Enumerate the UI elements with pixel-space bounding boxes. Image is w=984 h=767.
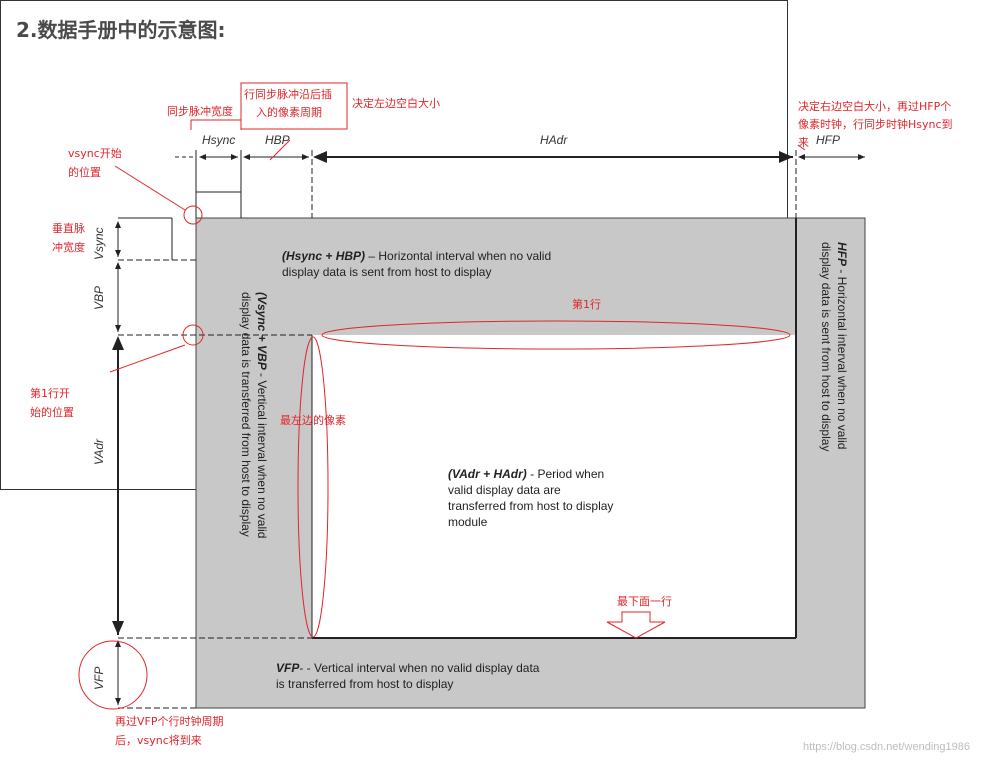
- annotation-row1-start-1: 第1行开: [30, 387, 70, 400]
- annotation-leftmost-pixel: 最左边的像素: [280, 414, 346, 427]
- hfp-label: HFP: [816, 133, 840, 147]
- annotation-left-blank: 决定左边空白大小: [352, 97, 440, 110]
- annotation-hsync-width: 同步脉冲宽度: [167, 105, 233, 118]
- annotation-right-blank-2: 像素时钟，行同步时钟Hsync到: [798, 118, 953, 131]
- vadr-label: VAdr: [92, 438, 106, 465]
- vfp-description: VFP- - Vertical interval when no valid d…: [276, 661, 540, 691]
- annotation-hbp-note-1: 行同步脉冲沿后插: [244, 88, 332, 101]
- annotation-row1-start-2: 始的位置: [30, 406, 74, 419]
- vfp-label: VFP: [92, 666, 106, 690]
- annotation-vsync-start-1: vsync开始: [68, 147, 122, 160]
- annotation-right-blank-3: 来: [798, 136, 809, 149]
- active-description: (VAdr + HAdr) - Period when valid displa…: [448, 467, 614, 529]
- vsync-label: Vsync: [92, 227, 106, 260]
- annotation-row1: 第1行: [572, 298, 601, 311]
- hfp-description: HFP - Horizontal interval when no valid …: [819, 242, 849, 452]
- annotation-vsync-width-1: 垂直脉: [52, 222, 85, 235]
- annotation-right-blank-1: 决定右边空白大小，再过HFP个: [798, 100, 952, 113]
- annotation-bottom-row: 最下面一行: [617, 595, 672, 608]
- annotation-vsync-start-2: 的位置: [68, 166, 101, 179]
- annotation-vfp-note-2: 后，vsync将到来: [115, 734, 202, 747]
- vbp-label: VBP: [92, 285, 106, 310]
- v-blank-description: (Vsync + VBP - Vertical interval when no…: [239, 292, 269, 539]
- annotation-vsync-width-2: 冲宽度: [52, 241, 85, 254]
- hadr-label: HAdr: [540, 133, 568, 147]
- h-blank-description: (Hsync + HBP) – Horizontal interval when…: [282, 249, 552, 279]
- annotation-hbp-note-2: 入的像素周期: [256, 106, 322, 119]
- vsync-start-circle: [183, 205, 203, 225]
- hsync-bracket: [190, 119, 242, 130]
- watermark: https://blog.csdn.net/wending1986: [803, 741, 970, 753]
- vfp-circle: [78, 640, 148, 710]
- annotation-vfp-note-1: 再过VFP个行时钟周期: [115, 715, 224, 728]
- hsync-label: Hsync: [202, 133, 236, 147]
- hbp-label: HBP: [265, 133, 290, 147]
